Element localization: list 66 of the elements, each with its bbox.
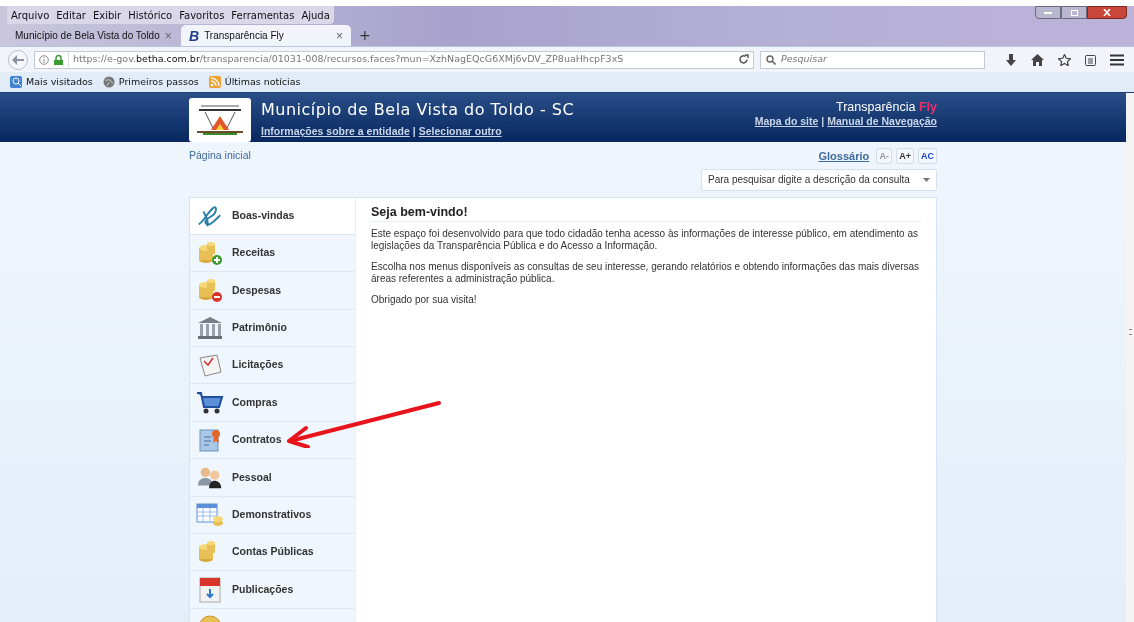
menu-item[interactable]: Histórico bbox=[128, 7, 173, 23]
home-icon[interactable] bbox=[1031, 53, 1044, 66]
clipboard-icon[interactable] bbox=[1085, 53, 1096, 66]
rss-icon bbox=[208, 76, 221, 88]
menu-item[interactable]: Ajuda bbox=[301, 7, 330, 23]
bank-icon bbox=[196, 314, 224, 341]
certificate-icon bbox=[197, 427, 223, 454]
menu-item[interactable]: Exibir bbox=[92, 7, 122, 23]
bookmark-link[interactable]: Primeiros passos bbox=[118, 74, 199, 90]
globe-icon bbox=[102, 76, 115, 88]
pdf-file-icon bbox=[198, 576, 222, 603]
menu-item[interactable]: Ferramentas bbox=[231, 7, 295, 23]
search-field[interactable]: Pesquisar bbox=[760, 50, 985, 69]
link-separator: | bbox=[821, 114, 825, 129]
welcome-heading: Seja bem-vindo! bbox=[371, 205, 921, 222]
welcome-paragraph: Este espaço foi desenvolvido para que todo cidadão tenha acesso às informações de interesse público, em atendimento as legislações da Transparência Pública e do Acesso a Informação. bbox=[371, 227, 919, 252]
lock-icon bbox=[54, 54, 63, 65]
coins-icon bbox=[197, 240, 223, 267]
menu-item[interactable]: Arquivo bbox=[11, 7, 50, 23]
minimize-button[interactable] bbox=[1035, 6, 1061, 19]
maximize-icon bbox=[1070, 9, 1078, 16]
site-logo: B bbox=[189, 28, 200, 43]
query-search-select[interactable]: Para pesquisar digite a descrição da consulta bbox=[701, 168, 937, 191]
star-icon[interactable] bbox=[1058, 53, 1071, 66]
maximize-button[interactable] bbox=[1061, 6, 1087, 19]
breadcrumb-link[interactable]: Página inicial bbox=[189, 148, 251, 191]
bookmark-link[interactable]: Mais visitados bbox=[26, 74, 93, 90]
spreadsheet-icon bbox=[196, 501, 224, 528]
menu-item[interactable]: Favoritos bbox=[179, 7, 225, 23]
back-arrow-icon bbox=[12, 54, 24, 65]
glossary-link[interactable]: Glossário bbox=[818, 148, 870, 165]
welcome-paragraph: Obrigado por sua visita! bbox=[371, 293, 478, 306]
site-title: Município de Bela Vista do Toldo - SC bbox=[261, 99, 575, 121]
select-other-link[interactable]: Selecionar outro bbox=[418, 124, 502, 140]
new-tab-button[interactable]: + bbox=[353, 25, 377, 46]
sidebar-item[interactable]: Boas-vindas bbox=[190, 197, 355, 235]
tab-title: Transparência Fly bbox=[204, 29, 285, 43]
close-tab-button[interactable]: × bbox=[336, 26, 343, 45]
welcome-paragraph: Escolha nos menus disponíveis as consultas de seu interesse, gerando relatórios e obtendo informações das mais diversas áreas referentes a administração pública. bbox=[371, 260, 921, 285]
browser-tab[interactable]: B Transparência Fly × bbox=[181, 25, 351, 46]
coat-of-arms-logo bbox=[189, 98, 251, 142]
info-icon[interactable] bbox=[39, 54, 49, 65]
browser-tab[interactable]: Município de Bela Vista do Toldo × bbox=[7, 25, 179, 46]
site-map-link[interactable]: Mapa do site bbox=[754, 114, 819, 130]
font-size-button[interactable]: A+ bbox=[896, 148, 914, 165]
download-icon[interactable] bbox=[1005, 53, 1017, 66]
back-button[interactable] bbox=[8, 49, 28, 70]
minimize-icon bbox=[1044, 11, 1052, 14]
reload-icon[interactable] bbox=[738, 54, 749, 65]
bookmark-icon bbox=[10, 76, 22, 88]
tab-title: Município de Bela Vista do Toldo bbox=[15, 29, 160, 43]
search-icon bbox=[766, 54, 776, 65]
entity-info-link[interactable]: Informações sobre a entidade bbox=[261, 124, 410, 140]
close-icon bbox=[1103, 9, 1111, 16]
font-size-button[interactable]: AC bbox=[918, 148, 937, 165]
coins-icon bbox=[197, 277, 223, 304]
navigation-manual-link[interactable]: Manual de Navegação bbox=[827, 114, 937, 130]
cart-icon bbox=[196, 389, 224, 416]
dropdown-caret-icon bbox=[923, 177, 930, 182]
document-icon bbox=[197, 352, 223, 379]
close-window-button[interactable] bbox=[1087, 6, 1127, 19]
menu-icon[interactable] bbox=[1110, 53, 1124, 66]
bookmark-link[interactable]: Últimas notícias bbox=[224, 74, 301, 90]
brand-name: Transparência Fly bbox=[836, 100, 937, 114]
menu-item[interactable]: Editar bbox=[56, 7, 86, 23]
link-separator: | bbox=[412, 124, 416, 140]
